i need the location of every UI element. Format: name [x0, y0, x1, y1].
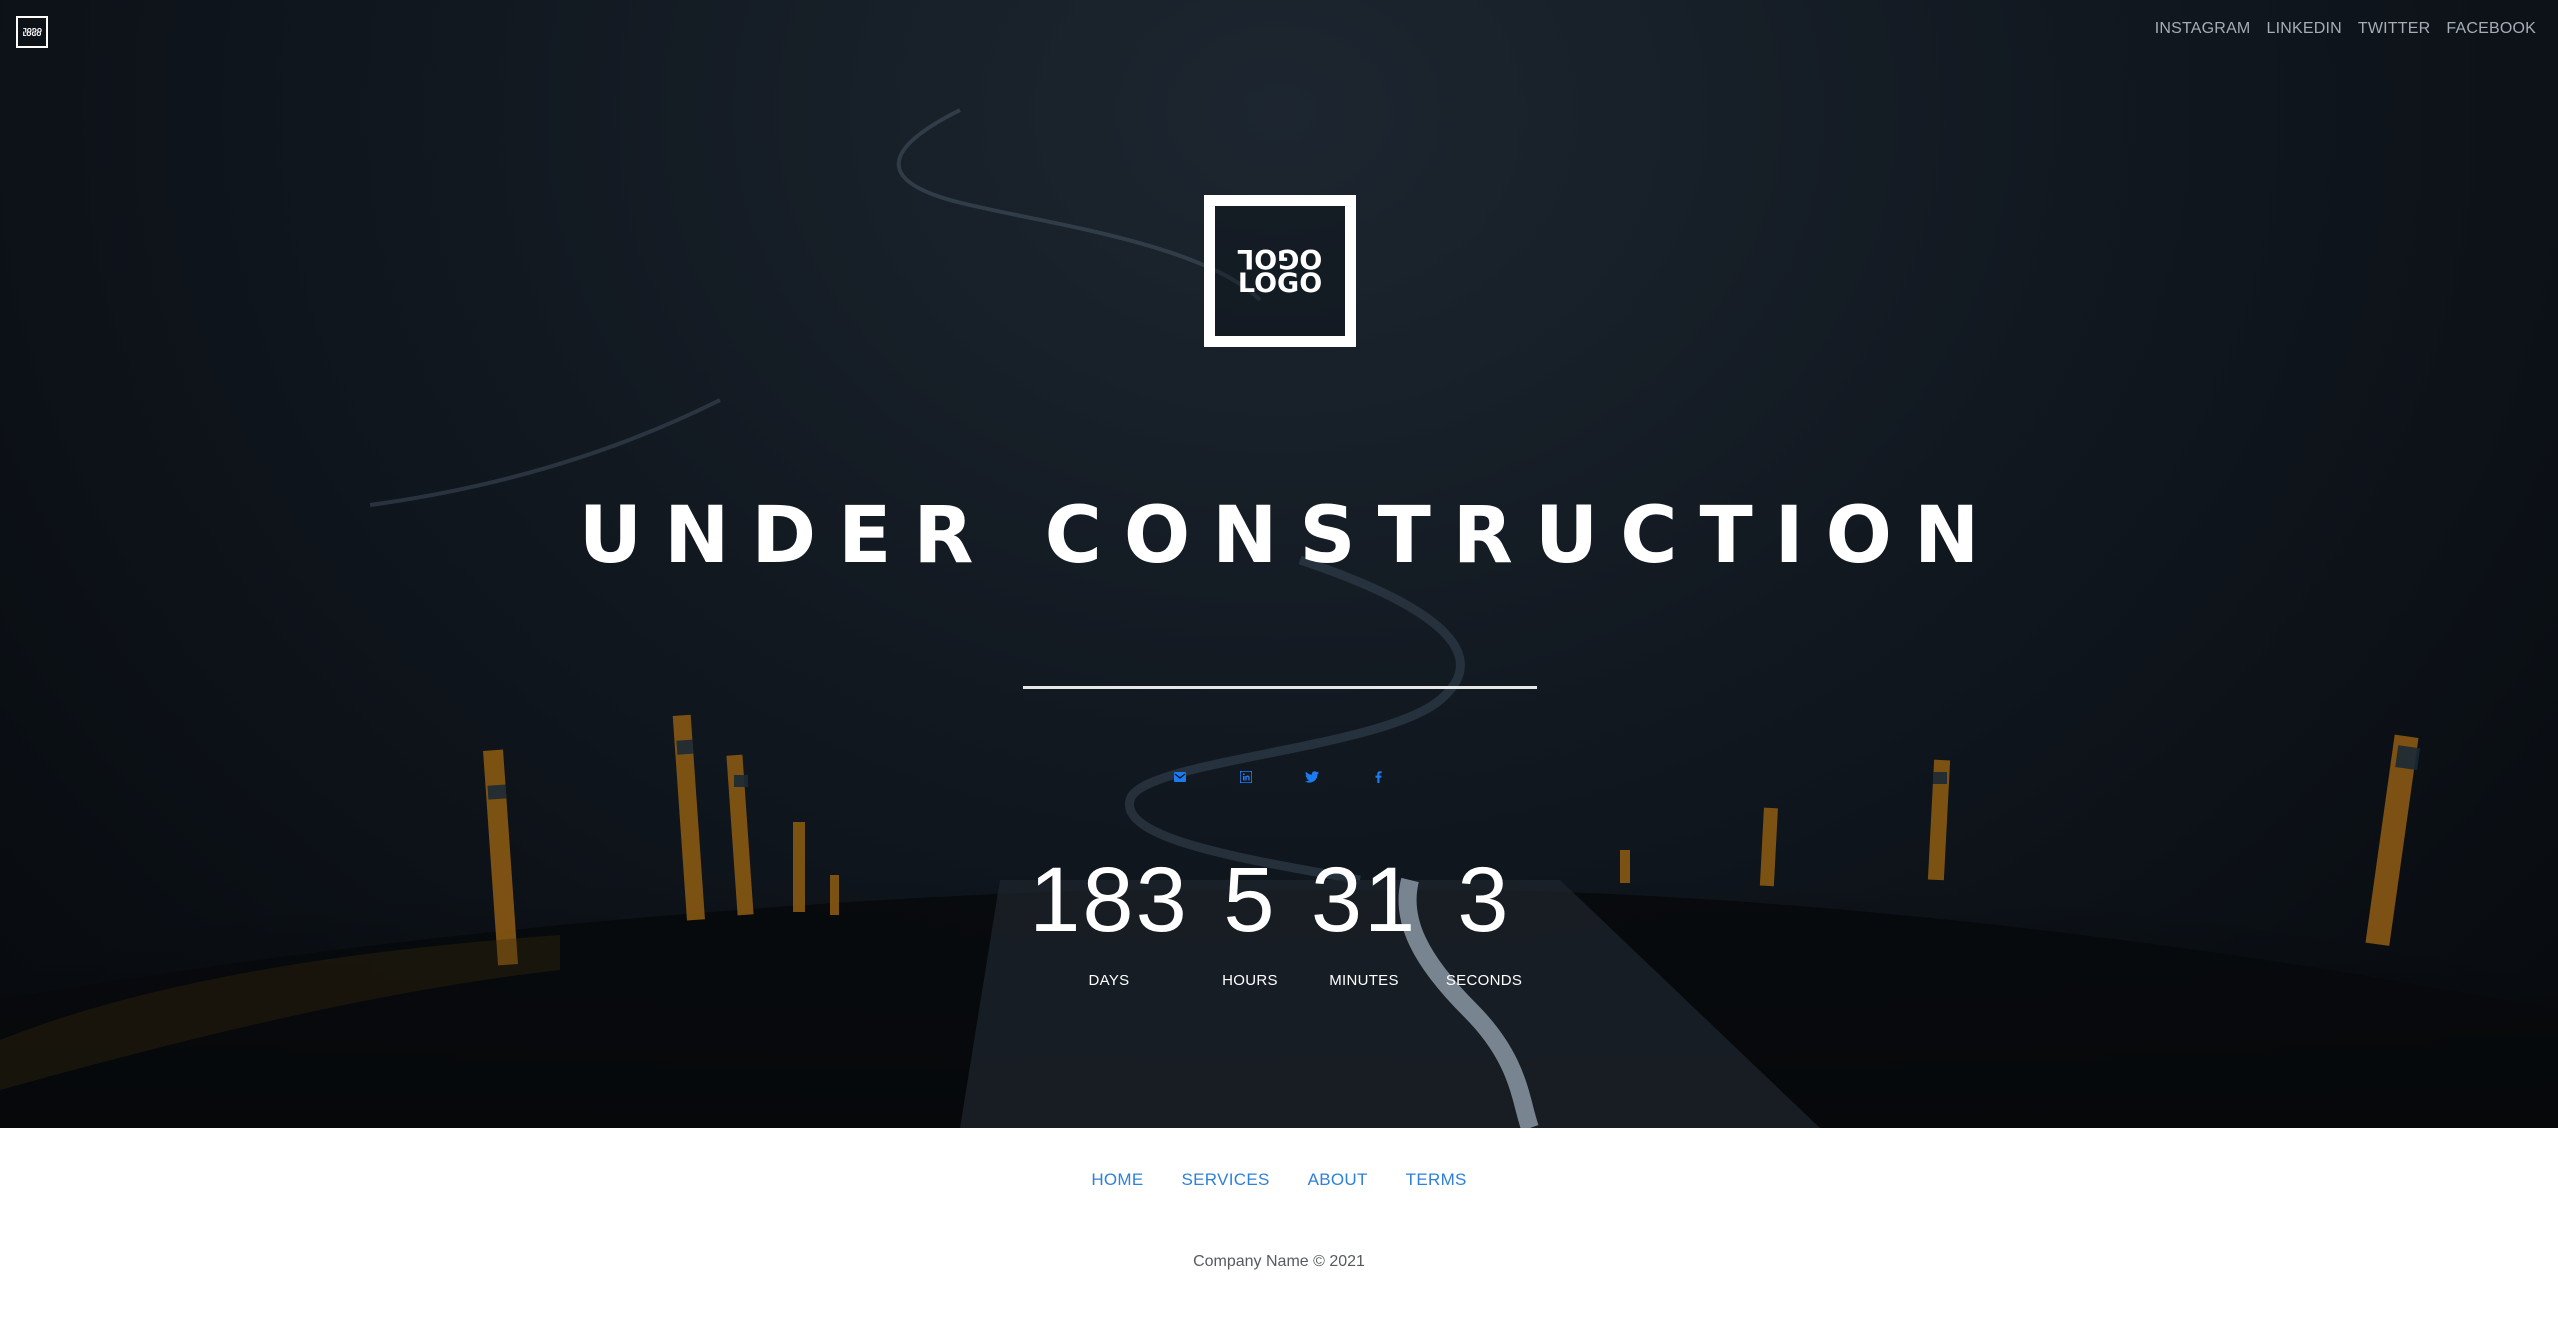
nav-link-facebook[interactable]: FACEBOOK — [2446, 20, 2536, 38]
page-title: UNDER CONSTRUCTION — [578, 491, 2002, 581]
minutes-label: MINUTES — [1329, 972, 1399, 989]
facebook-icon[interactable] — [1369, 768, 1387, 786]
center-logo-line2: LOGO — [1237, 268, 1323, 299]
header-logo-line1: OGOL — [22, 26, 42, 33]
seconds-label: SECONDS — [1445, 972, 1523, 989]
footer: HOME SERVICES ABOUT TERMS Company Name ©… — [0, 1128, 2558, 1324]
social-icons — [0, 768, 2558, 786]
center-logo: OGOL LOGO — [1204, 195, 1356, 347]
divider-line — [1023, 686, 1537, 689]
footer-link-home[interactable]: HOME — [1091, 1170, 1143, 1190]
seconds-value: 3 — [1457, 849, 1511, 951]
email-icon[interactable] — [1171, 768, 1189, 786]
days-value: 183 — [1029, 849, 1189, 951]
header-logo[interactable]: OGOL LOGO — [16, 16, 48, 48]
countdown-seconds: 3 SECONDS — [1446, 848, 1522, 989]
twitter-icon[interactable] — [1303, 768, 1321, 786]
nav-link-instagram[interactable]: INSTAGRAM — [2155, 20, 2251, 38]
footer-nav: HOME SERVICES ABOUT TERMS — [0, 1170, 2558, 1190]
linkedin-icon[interactable] — [1237, 768, 1255, 786]
nav-link-twitter[interactable]: TWITTER — [2358, 20, 2431, 38]
social-nav: INSTAGRAM LINKEDIN TWITTER FACEBOOK — [2155, 20, 2536, 38]
hours-value: 5 — [1223, 849, 1277, 951]
countdown-minutes: 31 MINUTES — [1311, 848, 1417, 989]
minutes-value: 31 — [1310, 849, 1418, 951]
days-label: DAYS — [1088, 972, 1130, 989]
footer-link-about[interactable]: ABOUT — [1308, 1170, 1368, 1190]
center-logo-line1: OGOL — [1237, 243, 1323, 274]
countdown-days: 183 DAYS — [1029, 848, 1189, 989]
footer-link-terms[interactable]: TERMS — [1406, 1170, 1467, 1190]
countdown: 183 DAYS 5 HOURS 31 MINUTES 3 SECONDS — [0, 848, 2558, 998]
footer-link-services[interactable]: SERVICES — [1182, 1170, 1270, 1190]
countdown-hours: 5 HOURS — [1222, 848, 1278, 989]
hero-section: OGOL LOGO INSTAGRAM LINKEDIN TWITTER FAC… — [0, 0, 2558, 1128]
hours-label: HOURS — [1222, 972, 1278, 989]
copyright-text: Company Name © 2021 — [1193, 1253, 1365, 1270]
nav-link-linkedin[interactable]: LINKEDIN — [2266, 20, 2341, 38]
